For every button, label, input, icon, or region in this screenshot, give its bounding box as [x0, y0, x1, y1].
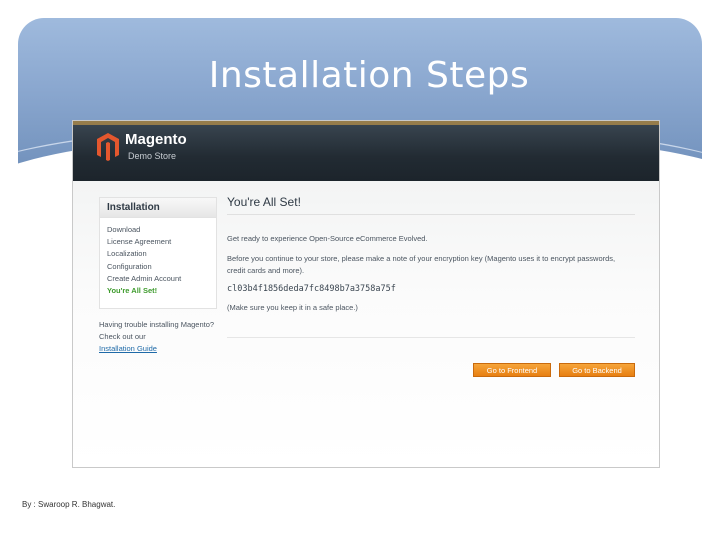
help-text: Having trouble installing Magento? Check…: [99, 320, 215, 341]
step-download: Download: [107, 225, 141, 234]
step-list: Download License Agreement Localization …: [100, 224, 216, 297]
header-stripe: [73, 121, 659, 125]
slide-title: Installation Steps: [208, 55, 530, 96]
author-credit: By : Swaroop R. Bhagwat.: [22, 500, 116, 509]
step-create-admin: Create Admin Account: [107, 273, 182, 283]
step-configuration: Configuration: [107, 261, 152, 271]
page-title: You're All Set!: [227, 195, 635, 215]
installer-screenshot: Magento Demo Store Installation Download…: [72, 120, 660, 468]
installer-body: Installation Download License Agreement …: [73, 181, 659, 467]
go-to-frontend-button[interactable]: Go to Frontend: [473, 363, 551, 377]
brand-name: Magento: [125, 131, 187, 148]
step-all-set: You're All Set!: [107, 286, 158, 296]
encryption-note: Before you continue to your store, pleas…: [227, 254, 616, 275]
magento-logo-icon: [97, 133, 119, 161]
store-header: Magento Demo Store: [73, 121, 659, 181]
installation-guide-link[interactable]: Installation Guide: [99, 344, 157, 353]
installation-sidebar: Installation Download License Agreement …: [99, 197, 217, 309]
step-license: License Agreement: [107, 237, 172, 247]
intro-text: Get ready to experience Open-Source eCom…: [227, 234, 428, 243]
go-to-backend-button[interactable]: Go to Backend: [559, 363, 635, 377]
divider: [227, 337, 635, 338]
step-localization: Localization: [107, 249, 147, 259]
sidebar-heading: Installation: [100, 198, 216, 218]
main-content: You're All Set! Get ready to experience …: [227, 195, 635, 377]
brand-subtitle: Demo Store: [128, 151, 177, 161]
safe-place-reminder: (Make sure you keep it in a safe place.): [227, 303, 358, 312]
encryption-key: cl03b4f1856deda7fc8498b7a3758a75f: [227, 284, 396, 294]
help-box: Having trouble installing Magento? Check…: [99, 319, 219, 355]
